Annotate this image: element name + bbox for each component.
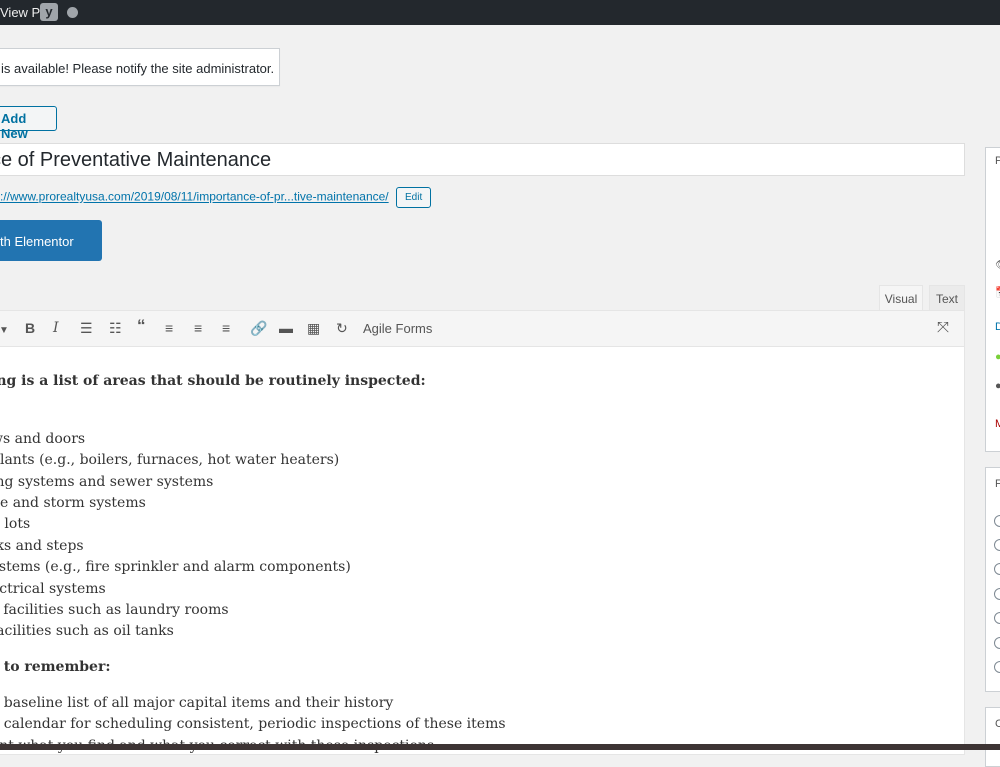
panel-title: F xyxy=(995,478,1000,490)
post-title-text: ce of Preventative Maintenance xyxy=(0,149,272,171)
agile-forms-button[interactable]: Agile Forms xyxy=(363,321,432,336)
format-radio[interactable] xyxy=(994,515,1000,527)
yoast-icon[interactable]: y xyxy=(40,3,58,21)
blockquote-icon[interactable]: “ xyxy=(137,317,146,335)
list-item: y facilities such as laundry rooms xyxy=(0,602,229,618)
yoast-seo-icon: ● xyxy=(995,380,1000,392)
format-dropdown-arrow-icon[interactable]: ▼ xyxy=(0,322,9,340)
list-item: ws and doors xyxy=(0,431,86,447)
editor-content[interactable]: ing is a list of areas that should be ro… xyxy=(0,347,964,757)
format-radio[interactable] xyxy=(994,588,1000,600)
panel-title: C xyxy=(995,718,1000,730)
content-heading-2: s to remember: xyxy=(0,659,111,675)
content-heading: ing is a list of areas that should be ro… xyxy=(0,373,426,389)
list-item: facilities such as oil tanks xyxy=(0,623,174,639)
permalink-edit-button[interactable]: Edit xyxy=(395,187,432,208)
list-item: lks and steps xyxy=(0,538,84,554)
align-center-icon[interactable]: ≡ xyxy=(194,319,202,337)
categories-panel: C xyxy=(985,707,1000,767)
italic-icon[interactable]: I xyxy=(53,319,59,337)
format-radio[interactable] xyxy=(994,637,1000,649)
publish-panel: P 👁 📅 D ● ● M xyxy=(985,147,1000,452)
bullet-list-icon[interactable]: ☰ xyxy=(80,319,93,337)
panel-title: P xyxy=(995,155,1000,167)
calendar-icon[interactable]: 📅 xyxy=(995,286,1000,299)
format-radio[interactable] xyxy=(994,539,1000,551)
list-item: ectrical systems xyxy=(0,581,106,597)
update-notice: is available! Please notify the site adm… xyxy=(0,48,280,86)
editor: ▼ B I ☰ ☷ “ ≡ ≡ ≡ 🔗 ▬ ▦ ↻ Agile Forms ⤧ … xyxy=(0,310,965,755)
format-radio[interactable] xyxy=(994,661,1000,673)
refresh-icon[interactable]: ↻ xyxy=(336,319,348,337)
move-to-trash-link[interactable]: M xyxy=(995,418,1000,430)
post-title-input[interactable]: ce of Preventative Maintenance xyxy=(0,143,965,176)
status-dot-icon[interactable] xyxy=(67,7,78,18)
permalink: ://www.prorealtyusa.com/2019/08/11/impor… xyxy=(0,187,432,208)
list-item: ing systems and sewer systems xyxy=(0,474,214,490)
format-radio[interactable] xyxy=(994,612,1000,624)
add-new-button[interactable]: Add New xyxy=(0,106,57,141)
taskbar xyxy=(0,744,1000,750)
list-item: a calendar for scheduling consistent, pe… xyxy=(0,716,506,732)
edit-with-elementor-button[interactable]: th Elementor xyxy=(0,220,102,261)
visibility-icon[interactable]: 👁 xyxy=(995,258,1000,271)
tab-text[interactable]: Text xyxy=(929,285,965,311)
editor-toolbar: ▼ B I ☰ ☷ “ ≡ ≡ ≡ 🔗 ▬ ▦ ↻ Agile Forms ⤧ xyxy=(0,311,964,347)
tab-visual[interactable]: Visual xyxy=(879,285,923,311)
bold-icon[interactable]: B xyxy=(25,319,35,337)
numbered-list-icon[interactable]: ☷ xyxy=(109,319,122,337)
list-item: plants (e.g., boilers, furnaces, hot wat… xyxy=(0,452,340,468)
yoast-readability-icon: ● xyxy=(995,351,1000,363)
format-radio[interactable] xyxy=(994,563,1000,575)
list-item: g lots xyxy=(0,516,31,532)
fullscreen-icon[interactable]: ⤧ xyxy=(937,319,949,336)
list-item: ge and storm systems xyxy=(0,495,146,511)
permalink-url[interactable]: ://www.prorealtyusa.com/2019/08/11/impor… xyxy=(0,190,389,204)
align-left-icon[interactable]: ≡ xyxy=(165,319,173,337)
align-right-icon[interactable]: ≡ xyxy=(222,319,230,337)
draft-link[interactable]: D xyxy=(995,321,1000,333)
list-item: a baseline list of all major capital ite… xyxy=(0,695,394,711)
notice-text: is available! Please notify the site adm… xyxy=(1,61,275,76)
format-panel: F xyxy=(985,467,1000,692)
link-icon[interactable]: 🔗 xyxy=(250,319,267,337)
list-item: ystems (e.g., fire sprinkler and alarm c… xyxy=(0,559,351,575)
toolbar-toggle-icon[interactable]: ▦ xyxy=(307,319,320,337)
read-more-icon[interactable]: ▬ xyxy=(279,319,293,337)
admin-bar: View Post y xyxy=(0,0,1000,25)
